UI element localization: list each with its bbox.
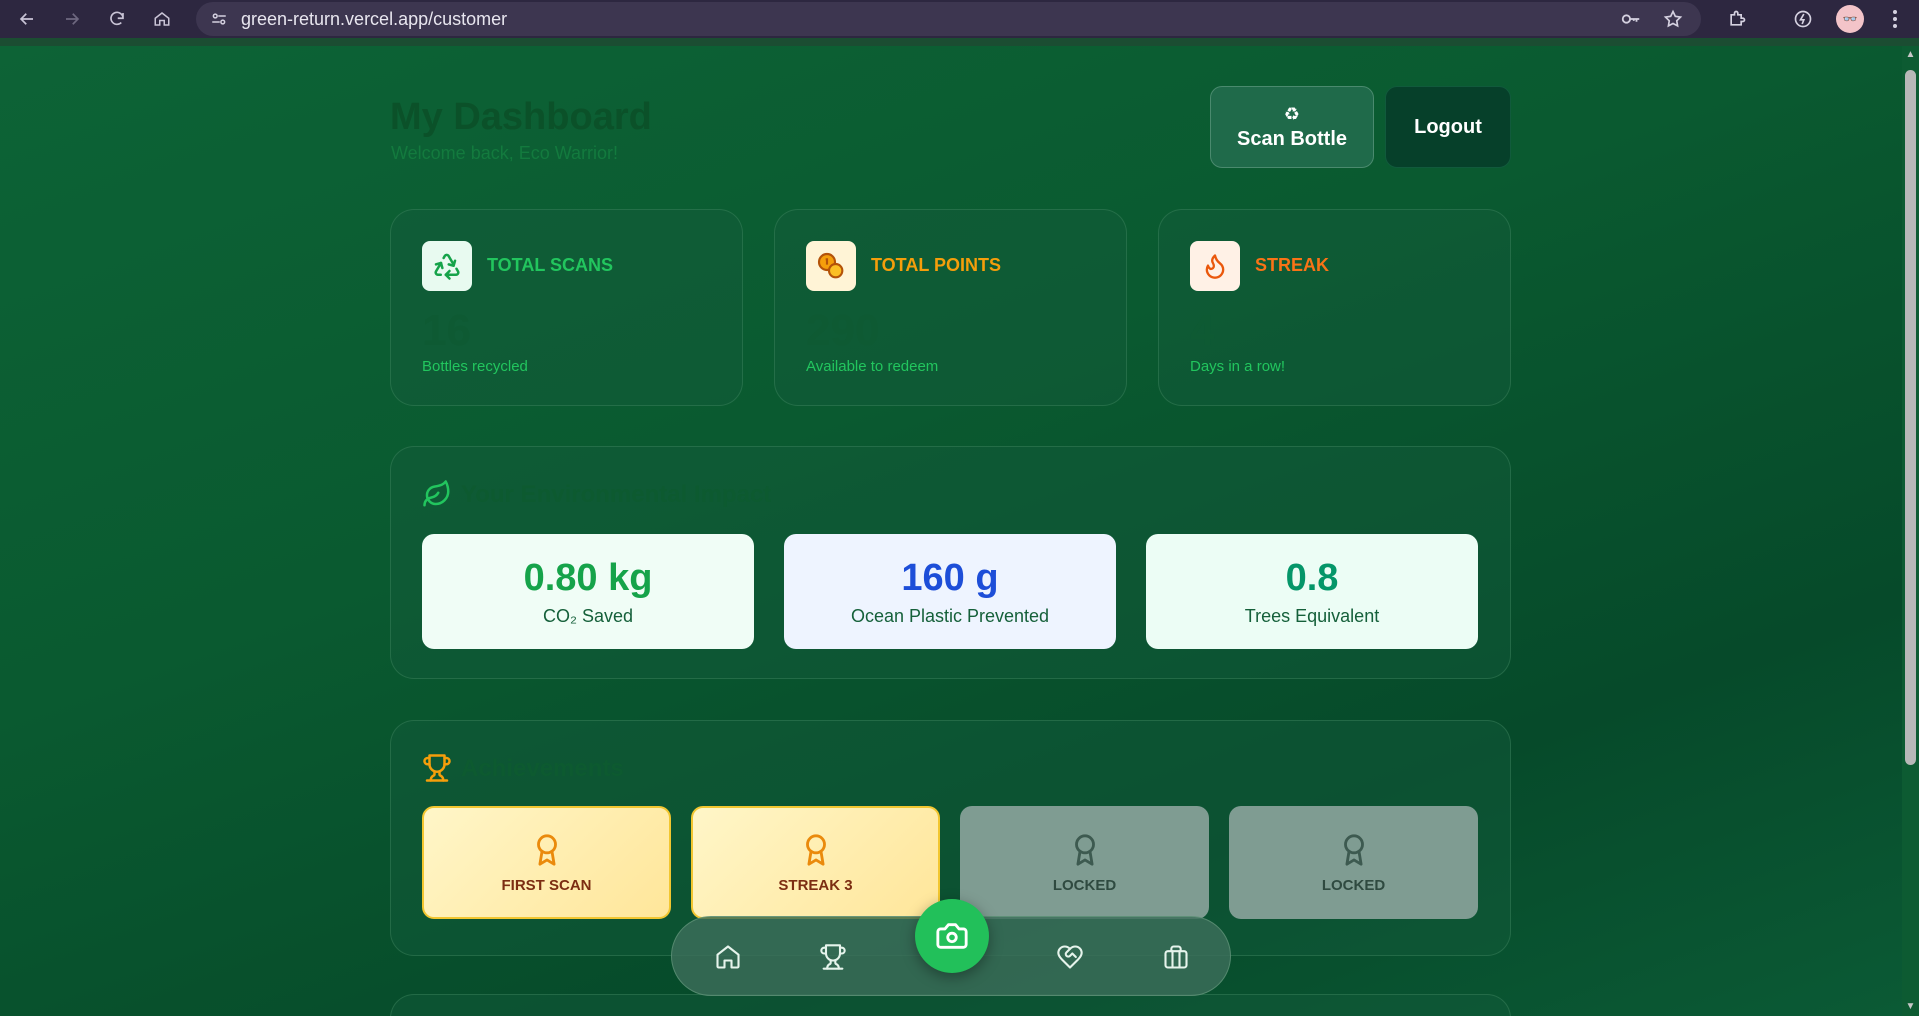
profile-avatar[interactable]: 👓 — [1836, 5, 1864, 33]
award-icon — [1074, 834, 1095, 866]
scroll-down-icon[interactable]: ▼ — [1905, 1002, 1916, 1012]
impact-ocean-plastic: 160 g Ocean Plastic Prevented — [784, 534, 1116, 649]
stat-label: STREAK — [1255, 255, 1330, 275]
impact-trees: 0.8 Trees Equivalent — [1146, 534, 1478, 649]
coins-icon — [806, 241, 856, 291]
badge-label: FIRST SCAN — [501, 877, 592, 894]
stat-value: 16 — [422, 306, 471, 355]
badge-first-scan[interactable]: FIRST SCAN — [422, 806, 671, 919]
recycle-icon — [422, 241, 472, 291]
bookmark-star-icon[interactable] — [1660, 6, 1686, 32]
impact-value: 0.8 — [1285, 556, 1339, 599]
stat-card-streak: STREAK 4 Days in a row! — [1158, 209, 1511, 406]
forward-icon[interactable] — [57, 4, 87, 34]
recycle-icon: ♻ — [1283, 103, 1301, 124]
badge-label: STREAK 3 — [778, 877, 853, 894]
stat-value: 290 — [806, 306, 880, 355]
dashboard-page: My Dashboard Welcome back, Eco Warrior! … — [0, 46, 1902, 1016]
section-title: Achievements — [461, 755, 624, 782]
briefcase-icon[interactable] — [1160, 941, 1192, 973]
browser-toolbar: green-return.vercel.app/customer 👓 — [0, 0, 1919, 38]
stat-description: Days in a row! — [1190, 358, 1286, 375]
scan-bottle-button[interactable]: ♻ Scan Bottle — [1210, 86, 1374, 168]
next-section-card — [390, 994, 1511, 1016]
stat-card-total-scans: TOTAL SCANS 16 Bottles recycled — [390, 209, 743, 406]
stat-label: TOTAL POINTS — [871, 255, 1002, 275]
leaf-icon — [422, 479, 452, 509]
award-icon — [536, 834, 557, 866]
page-subtitle: Welcome back, Eco Warrior! — [391, 143, 619, 163]
extensions-icon[interactable] — [1724, 6, 1750, 32]
impact-label: CO₂ Saved — [542, 605, 634, 626]
performance-icon[interactable] — [1790, 6, 1816, 32]
badge-locked[interactable]: LOCKED — [1229, 806, 1478, 919]
home-icon[interactable] — [712, 941, 744, 973]
camera-scan-button[interactable] — [915, 899, 989, 973]
impact-value: 0.80 kg — [523, 556, 653, 599]
award-icon — [805, 834, 826, 866]
stat-label: TOTAL SCANS — [487, 255, 614, 275]
address-bar[interactable]: green-return.vercel.app/customer — [196, 2, 1701, 36]
stat-description: Bottles recycled — [422, 358, 528, 375]
badge-label: LOCKED — [1052, 877, 1117, 894]
trophy-icon — [422, 753, 452, 783]
award-icon — [1343, 834, 1364, 866]
badge-locked[interactable]: LOCKED — [960, 806, 1209, 919]
heart-handshake-icon[interactable] — [1054, 941, 1086, 973]
environmental-impact-card: Your Environmental Impact 0.80 kg CO₂ Sa… — [390, 446, 1511, 679]
impact-label: Trees Equivalent — [1244, 605, 1380, 626]
page-title: My Dashboard — [390, 96, 652, 138]
password-key-icon[interactable] — [1618, 6, 1644, 32]
stat-card-total-points: TOTAL POINTS 290 Available to redeem — [774, 209, 1127, 406]
badge-label: LOCKED — [1321, 877, 1386, 894]
url-text: green-return.vercel.app/customer — [241, 9, 508, 29]
back-icon[interactable] — [12, 4, 42, 34]
stat-description: Available to redeem — [806, 358, 939, 375]
trophy-icon[interactable] — [817, 941, 849, 973]
impact-label: Ocean Plastic Prevented — [850, 605, 1050, 626]
badge-streak-3[interactable]: STREAK 3 — [691, 806, 940, 919]
flame-icon — [1190, 241, 1240, 291]
home-icon[interactable] — [147, 4, 177, 34]
logout-button[interactable]: Logout — [1385, 86, 1511, 168]
scroll-up-icon[interactable]: ▲ — [1905, 50, 1916, 60]
site-settings-icon[interactable] — [210, 10, 228, 33]
scrollbar-thumb[interactable] — [1905, 70, 1916, 765]
reload-icon[interactable] — [102, 4, 132, 34]
scan-bottle-label: Scan Bottle — [1236, 127, 1348, 150]
impact-co2: 0.80 kg CO₂ Saved — [422, 534, 754, 649]
camera-icon — [936, 923, 968, 949]
menu-dots-icon[interactable] — [1882, 6, 1908, 32]
stat-value: 4 — [1190, 306, 1215, 355]
section-title: Your Environmental Impact — [461, 481, 772, 508]
impact-value: 160 g — [901, 556, 999, 599]
